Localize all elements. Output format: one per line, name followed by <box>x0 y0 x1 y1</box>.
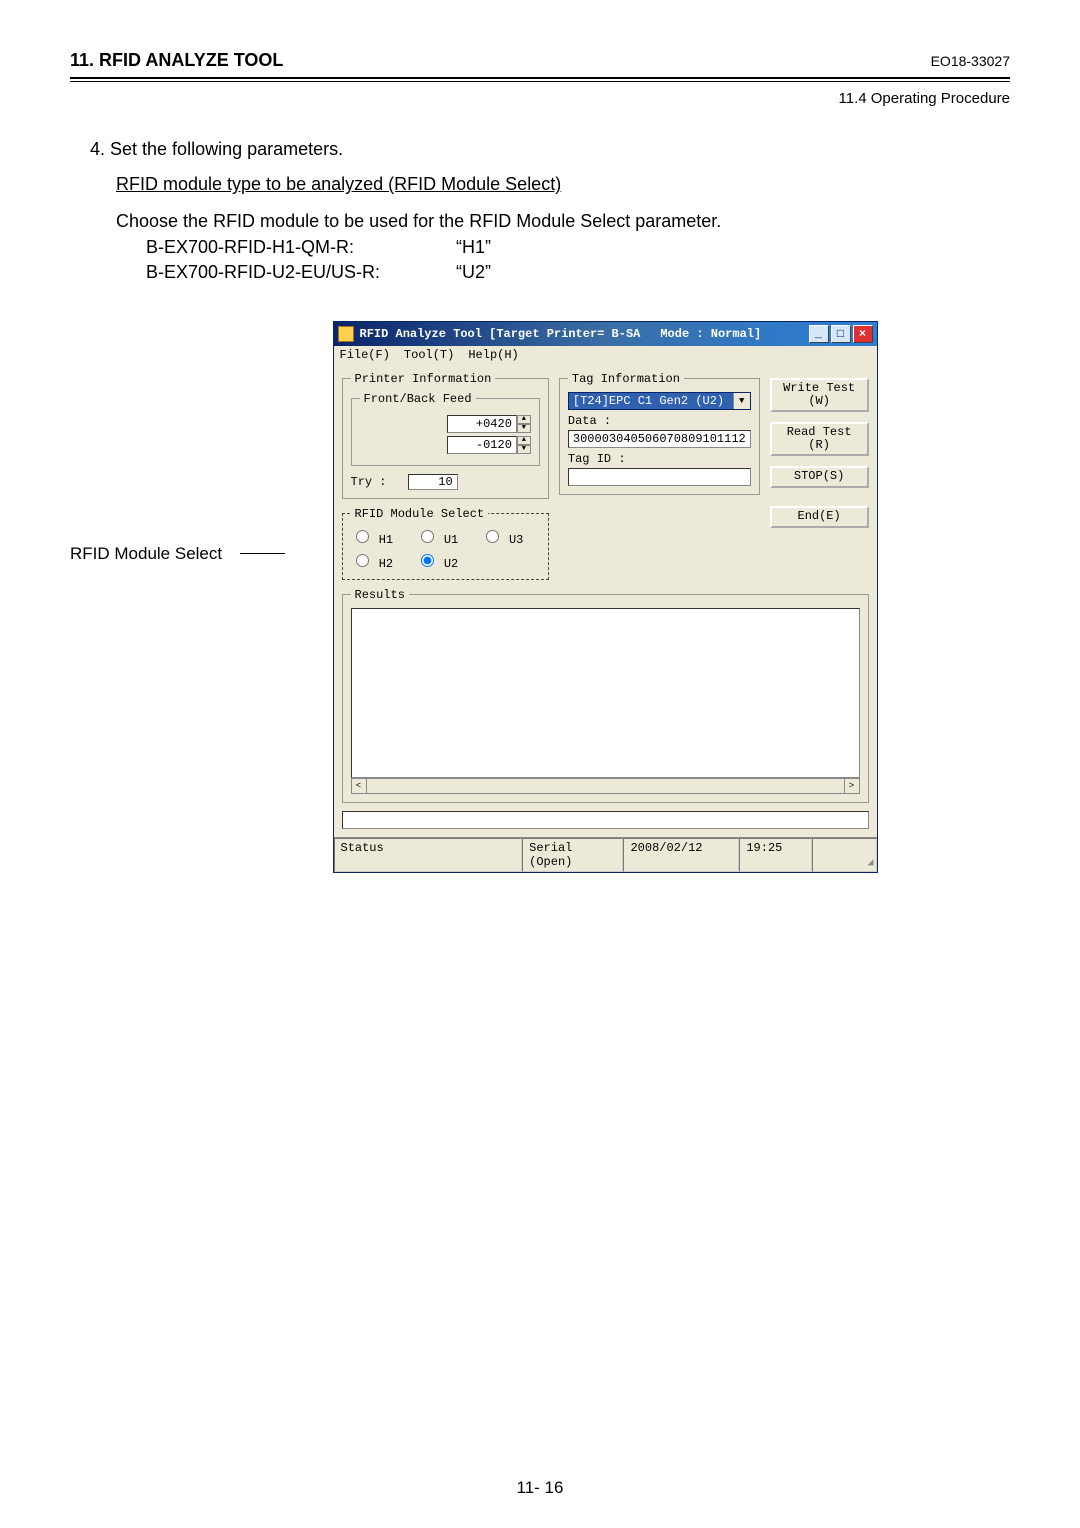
rfid-module-select-legend: RFID Module Select <box>351 507 489 521</box>
tag-type-dropdown[interactable]: [T24]EPC C1 Gen2 (U2) <box>568 392 751 410</box>
callout-line <box>240 553 285 554</box>
subheader: 11.4 Operating Procedure <box>70 90 1010 107</box>
app-icon <box>338 326 354 342</box>
front-feed-input[interactable]: +0420 <box>447 415 517 433</box>
step-text: 4. Set the following parameters. <box>90 137 1010 162</box>
radio-h1[interactable]: H1 <box>351 527 410 547</box>
menubar: File(F) Tool(T) Help(H) <box>334 346 877 364</box>
close-button[interactable]: × <box>853 325 873 343</box>
read-test-button[interactable]: Read Test (R) <box>770 422 869 456</box>
try-input[interactable]: 10 <box>408 474 458 490</box>
printer-info-legend: Printer Information <box>351 372 496 386</box>
scroll-right-icon[interactable]: > <box>844 778 860 794</box>
page-number: 11- 16 <box>0 1478 1080 1498</box>
callout-label: RFID Module Select <box>70 544 222 564</box>
app-window: RFID Analyze Tool [Target Printer= B-SA … <box>333 321 878 873</box>
doc-code: EO18-33027 <box>931 53 1010 69</box>
end-button[interactable]: End(E) <box>770 506 869 528</box>
resize-grip-icon[interactable]: ◢ <box>867 857 873 869</box>
minimize-button[interactable]: _ <box>809 325 829 343</box>
module-val-0: “H1” <box>456 235 491 260</box>
tag-info-group: Tag Information [T24]EPC C1 Gen2 (U2) Da… <box>559 372 760 495</box>
data-input[interactable]: 300003040506070809101112 <box>568 430 751 448</box>
window-mode: Mode : Normal] <box>660 327 761 341</box>
status-time: 19:25 <box>739 838 811 872</box>
radio-u1[interactable]: U1 <box>416 527 475 547</box>
tagid-input[interactable] <box>568 468 751 486</box>
stop-button[interactable]: STOP(S) <box>770 466 869 488</box>
status-date: 2008/02/12 <box>623 838 739 872</box>
rfid-module-select-group: RFID Module Select H1 U1 U3 H2 U2 <box>342 507 549 580</box>
write-test-button[interactable]: Write Test (W) <box>770 378 869 412</box>
back-feed-down[interactable]: ▼ <box>517 445 531 454</box>
scroll-left-icon[interactable]: < <box>351 778 367 794</box>
statusbar: Status Serial (Open) 2008/02/12 19:25 ◢ <box>334 837 877 872</box>
message-box <box>342 811 869 829</box>
section-underline: RFID module type to be analyzed (RFID Mo… <box>116 172 1010 197</box>
choose-text: Choose the RFID module to be used for th… <box>116 209 1010 234</box>
doc-title: 11. RFID ANALYZE TOOL <box>70 50 283 71</box>
status-text: Status <box>334 838 523 872</box>
module-name-1: B-EX700-RFID-U2-EU/US-R: <box>146 260 456 285</box>
menu-file[interactable]: File(F) <box>340 348 390 362</box>
try-label: Try : <box>351 475 401 489</box>
back-feed-input[interactable]: -0120 <box>447 436 517 454</box>
results-hscroll[interactable]: < > <box>351 778 860 794</box>
window-title: RFID Analyze Tool [Target Printer= B-SA <box>360 327 641 341</box>
front-feed-up[interactable]: ▲ <box>517 415 531 424</box>
radio-u2[interactable]: U2 <box>416 551 475 571</box>
tag-info-legend: Tag Information <box>568 372 684 386</box>
titlebar: RFID Analyze Tool [Target Printer= B-SA … <box>334 322 877 346</box>
front-feed-down[interactable]: ▼ <box>517 424 531 433</box>
results-group: Results < > <box>342 588 869 803</box>
front-back-feed-group: Front/Back Feed +0420 ▲ ▼ -0120 <box>351 392 540 466</box>
back-feed-up[interactable]: ▲ <box>517 436 531 445</box>
printer-info-group: Printer Information Front/Back Feed +042… <box>342 372 549 499</box>
results-legend: Results <box>351 588 409 602</box>
results-textarea[interactable] <box>351 608 860 778</box>
radio-h2[interactable]: H2 <box>351 551 410 571</box>
radio-u3[interactable]: U3 <box>481 527 540 547</box>
front-back-feed-legend: Front/Back Feed <box>360 392 476 406</box>
menu-help[interactable]: Help(H) <box>468 348 518 362</box>
status-conn: Serial (Open) <box>522 838 623 872</box>
module-name-0: B-EX700-RFID-H1-QM-R: <box>146 235 456 260</box>
menu-tool[interactable]: Tool(T) <box>404 348 454 362</box>
maximize-button[interactable]: □ <box>831 325 851 343</box>
tagid-label: Tag ID : <box>568 452 751 466</box>
data-label: Data : <box>568 414 751 428</box>
module-val-1: “U2” <box>456 260 491 285</box>
